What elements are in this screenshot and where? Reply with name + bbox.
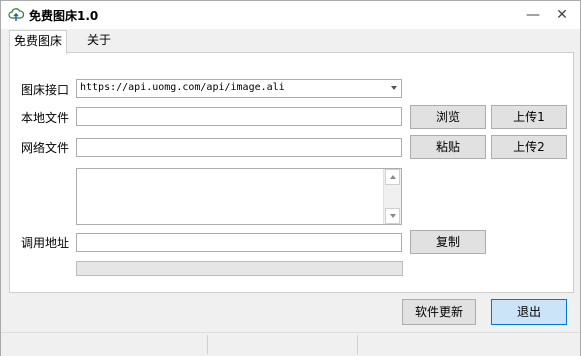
status-bar	[1, 332, 580, 356]
status-cell	[1, 335, 208, 354]
local-file-input[interactable]	[76, 107, 402, 126]
cloud-upload-icon	[8, 8, 24, 21]
url-label: 调用地址	[21, 236, 70, 250]
main-window: 免费图床1.0 — ✕ 免费图床 关于 图床接口 https://api.uom…	[0, 0, 581, 356]
log-textarea[interactable]	[76, 168, 402, 225]
paste-button[interactable]: 粘贴	[410, 135, 486, 159]
tab-free-image-host[interactable]: 免费图床	[9, 30, 68, 54]
exit-button[interactable]: 退出	[491, 299, 567, 325]
title-bar[interactable]: 免费图床1.0 — ✕	[1, 1, 580, 29]
api-select[interactable]: https://api.uomg.com/api/image.ali	[76, 79, 402, 98]
scroll-up-icon[interactable]	[385, 169, 400, 185]
update-button[interactable]: 软件更新	[402, 299, 476, 325]
upload-progress-bar	[76, 261, 403, 276]
status-cell	[358, 335, 579, 354]
window-title: 免费图床1.0	[29, 9, 99, 23]
log-scrollbar[interactable]	[383, 169, 401, 224]
tab-bar: 免费图床 关于	[9, 30, 574, 54]
tab-about[interactable]: 关于	[83, 30, 115, 52]
browse-button[interactable]: 浏览	[410, 105, 486, 129]
tab-panel: 图床接口 https://api.uomg.com/api/image.ali …	[9, 52, 574, 293]
upload1-button[interactable]: 上传1	[491, 105, 567, 129]
scroll-down-icon[interactable]	[385, 208, 400, 224]
minimize-button[interactable]: —	[524, 6, 542, 24]
upload2-button[interactable]: 上传2	[491, 135, 567, 159]
chevron-down-icon[interactable]	[391, 86, 397, 90]
url-input[interactable]	[76, 233, 402, 252]
close-button[interactable]: ✕	[553, 6, 571, 24]
local-file-label: 本地文件	[21, 111, 70, 125]
web-file-label: 网络文件	[21, 141, 70, 155]
api-select-value: https://api.uomg.com/api/image.ali	[80, 82, 285, 93]
api-label: 图床接口	[21, 83, 70, 97]
copy-button[interactable]: 复制	[410, 230, 486, 254]
web-file-input[interactable]	[76, 138, 402, 157]
status-cell	[208, 335, 358, 354]
